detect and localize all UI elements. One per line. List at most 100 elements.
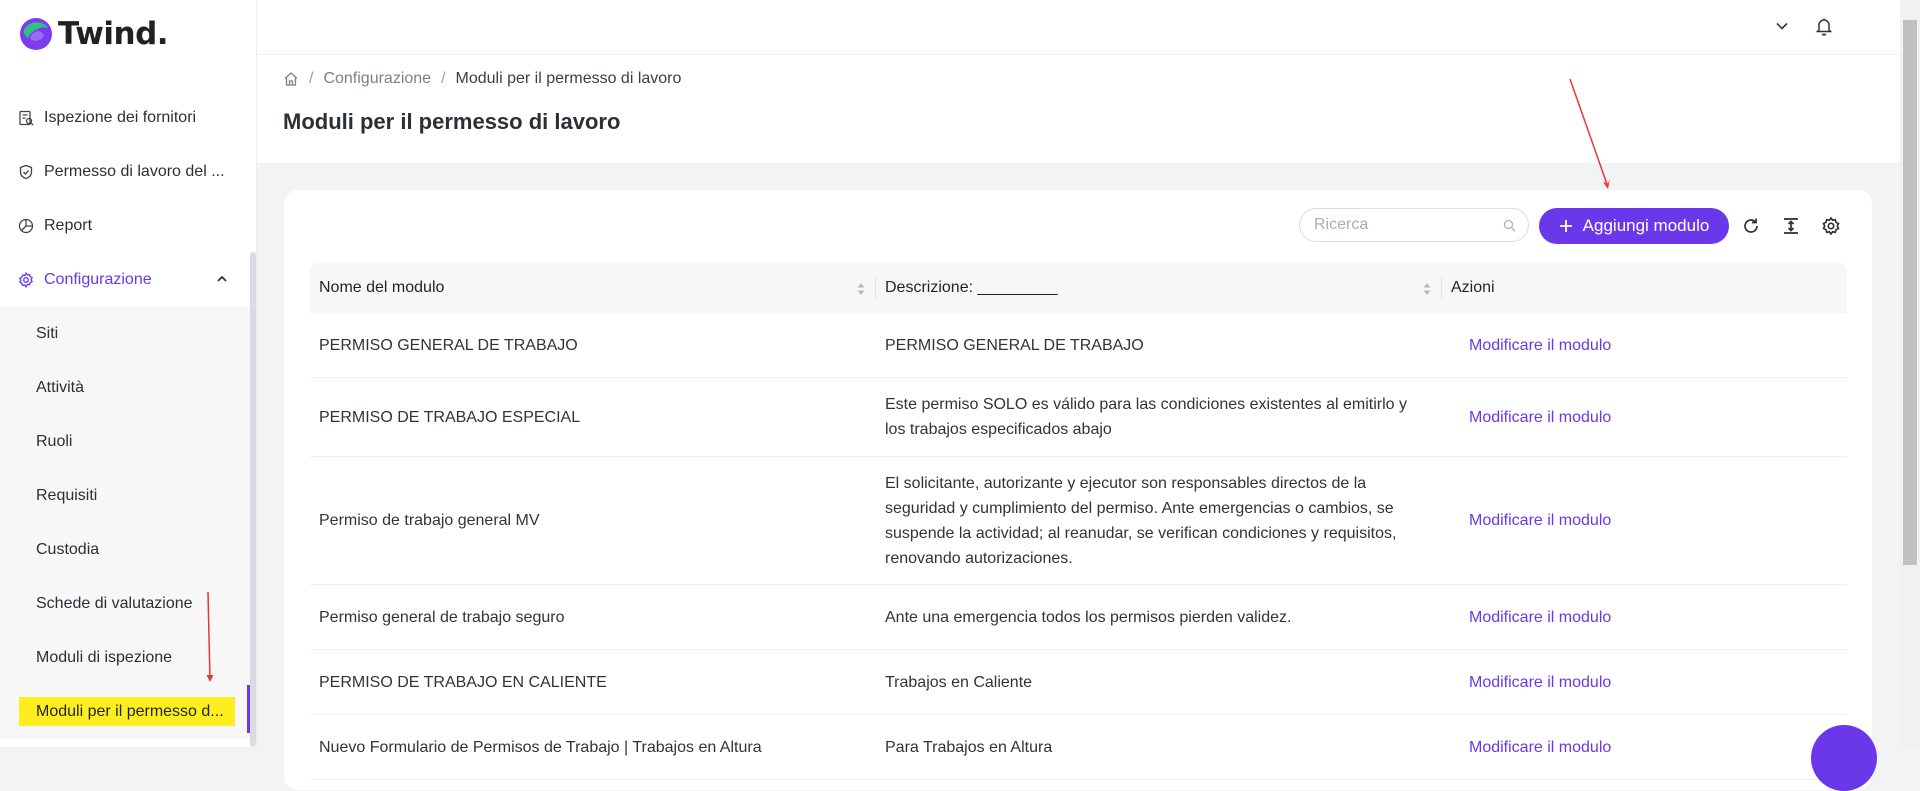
- breadcrumb: / Configurazione / Moduli per il permess…: [283, 70, 681, 88]
- inspection-icon: [19, 110, 34, 126]
- breadcrumb-configuration[interactable]: Configurazione: [323, 70, 431, 88]
- chevron-down-icon[interactable]: [1775, 19, 1789, 33]
- column-header-label: Descrizione: _________: [885, 279, 1058, 296]
- table-header: Nome del modulo Descrizione: _________ A…: [310, 263, 1847, 313]
- sidebar-item-label: Ispezione dei fornitori: [44, 109, 197, 126]
- sidebar-item-report[interactable]: Report: [0, 199, 250, 253]
- sidebar-item-configuration[interactable]: Configurazione: [0, 253, 250, 307]
- actions-cell: Modificare il modulo: [1442, 715, 1847, 779]
- sidebar-scrollbar[interactable]: [250, 252, 256, 747]
- module-description: PERMISO GENERAL DE TRABAJO: [885, 336, 1144, 354]
- edit-module-link[interactable]: Modificare il modulo: [1469, 508, 1611, 533]
- sidebar-subitem-evaluation-sheets[interactable]: Schede di valutazione: [0, 577, 250, 631]
- table-row: Permiso de trabajo general MV El solicit…: [310, 457, 1847, 585]
- sidebar-subitem-custody[interactable]: Custodia: [0, 523, 250, 577]
- gear-icon: [19, 272, 33, 288]
- sidebar-subitem-work-permit-forms[interactable]: Moduli per il permesso d...: [0, 685, 250, 739]
- sidebar-subitem-label: Requisiti: [36, 487, 98, 504]
- column-height-icon[interactable]: [1781, 216, 1801, 236]
- sidebar-subitem-label: Custodia: [36, 541, 100, 558]
- scrollbar-thumb[interactable]: [1903, 20, 1917, 565]
- module-name: Permiso de trabajo general MV: [319, 512, 540, 529]
- module-name: Permiso general de trabajo seguro: [319, 608, 565, 626]
- column-header-actions: Azioni: [1442, 263, 1847, 313]
- edit-module-link[interactable]: Modificare il modulo: [1469, 605, 1611, 630]
- sidebar-menu: Ispezione dei fornitori Permesso di lavo…: [0, 91, 250, 739]
- column-header-label: Nome del modulo: [319, 279, 445, 296]
- sort-icon[interactable]: [1422, 281, 1432, 297]
- module-name: PERMISO GENERAL DE TRABAJO: [319, 336, 578, 354]
- column-header-description[interactable]: Descrizione: _________: [876, 263, 1442, 313]
- edit-module-link[interactable]: Modificare il modulo: [1469, 405, 1611, 430]
- sidebar-subitem-label: Moduli di ispezione: [36, 649, 173, 666]
- content-card: Aggiungi modulo Nome del modulo Descrizi…: [284, 190, 1872, 790]
- twind-logo-icon: [20, 18, 52, 50]
- sidebar-subitem-inspection-forms[interactable]: Moduli di ispezione: [0, 631, 250, 685]
- table-row: PERMISO DE TRABAJO EN CALIENTE Trabajos …: [310, 650, 1847, 715]
- sidebar-subitem-label: Attività: [36, 379, 85, 396]
- sidebar-subitem-label: Siti: [36, 325, 59, 342]
- add-module-button[interactable]: Aggiungi modulo: [1539, 208, 1729, 244]
- sidebar-subitem-activities[interactable]: Attività: [0, 361, 250, 415]
- chevron-up-icon[interactable]: [216, 273, 228, 285]
- pie-chart-icon: [18, 218, 34, 234]
- module-description: Trabajos en Caliente: [885, 673, 1033, 691]
- configuration-submenu: Siti Attività Ruoli Requisiti Custodia S…: [0, 307, 250, 739]
- refresh-icon[interactable]: [1741, 216, 1761, 236]
- home-icon[interactable]: [283, 71, 299, 87]
- sidebar: Twind. Ispezione dei fornitori Permesso …: [0, 0, 257, 747]
- module-name: Nuevo Formulario de Permisos de Trabajo …: [319, 738, 762, 756]
- module-description: Ante una emergencia todos los permisos p…: [885, 608, 1292, 626]
- sidebar-subitem-roles[interactable]: Ruoli: [0, 415, 250, 469]
- page-title: Moduli per il permesso di lavoro: [283, 109, 621, 134]
- module-name: PERMISO DE TRABAJO EN CALIENTE: [319, 673, 607, 691]
- module-description: El solicitante, autorizante y ejecutor s…: [885, 474, 1397, 567]
- help-chat-button[interactable]: [1811, 725, 1877, 791]
- edit-module-link[interactable]: Modificare il modulo: [1469, 670, 1611, 695]
- add-module-label: Aggiungi modulo: [1582, 216, 1710, 235]
- actions-cell: Modificare il modulo: [1442, 650, 1847, 714]
- actions-cell: Modificare il modulo: [1442, 378, 1847, 456]
- sidebar-item-label: Configurazione: [44, 271, 152, 288]
- breadcrumb-current: Moduli per il permesso di lavoro: [455, 70, 682, 87]
- brand-name: Twind.: [58, 16, 169, 52]
- breadcrumb-separator: /: [441, 70, 446, 87]
- sidebar-subitem-label: Schede di valutazione: [36, 595, 193, 612]
- table-row: PERMISO GENERAL DE TRABAJO PERMISO GENER…: [310, 313, 1847, 378]
- sidebar-item-supplier-inspection[interactable]: Ispezione dei fornitori: [0, 91, 250, 145]
- sidebar-subitem-requirements[interactable]: Requisiti: [0, 469, 250, 523]
- module-description: Este permiso SOLO es válido para las con…: [885, 396, 1408, 438]
- column-header-name[interactable]: Nome del modulo: [310, 263, 876, 313]
- column-header-label: Azioni: [1451, 279, 1495, 296]
- sidebar-subitem-sites[interactable]: Siti: [0, 307, 250, 361]
- sidebar-item-label: Report: [44, 217, 93, 234]
- table-row: Permiso general de trabajo seguro Ante u…: [310, 585, 1847, 650]
- edit-module-link[interactable]: Modificare il modulo: [1469, 735, 1611, 760]
- breadcrumb-separator: /: [309, 70, 314, 87]
- table-row: PERMISO DE TRABAJO ESPECIAL Este permiso…: [310, 378, 1847, 457]
- bell-icon[interactable]: [1814, 16, 1834, 36]
- sidebar-item-work-permit[interactable]: Permesso di lavoro del ...: [0, 145, 250, 199]
- search-icon[interactable]: [1503, 219, 1516, 232]
- sidebar-item-label: Permesso di lavoro del ...: [44, 163, 225, 180]
- actions-cell: Modificare il modulo: [1442, 313, 1847, 377]
- search-input[interactable]: [1312, 215, 1496, 235]
- page-scrollbar[interactable]: [1900, 0, 1920, 747]
- page-header: / Configurazione / Moduli per il permess…: [257, 55, 1900, 163]
- module-name: PERMISO DE TRABAJO ESPECIAL: [319, 408, 581, 426]
- actions-cell: Modificare il modulo: [1442, 585, 1847, 649]
- search-box[interactable]: [1299, 208, 1529, 242]
- brand-logo[interactable]: Twind.: [18, 16, 169, 52]
- modules-table: Nome del modulo Descrizione: _________ A…: [310, 263, 1847, 780]
- plus-icon: [1559, 220, 1572, 232]
- edit-module-link[interactable]: Modificare il modulo: [1469, 333, 1611, 358]
- top-bar: [257, 0, 1900, 55]
- sidebar-subitem-label: Ruoli: [36, 433, 73, 450]
- settings-icon[interactable]: [1821, 216, 1841, 236]
- shield-icon: [19, 164, 33, 180]
- sidebar-subitem-label: Moduli per il permesso d...: [36, 703, 224, 720]
- module-description: Para Trabajos en Altura: [885, 738, 1053, 756]
- sort-icon[interactable]: [856, 281, 866, 297]
- table-row: Nuevo Formulario de Permisos de Trabajo …: [310, 715, 1847, 780]
- actions-cell: Modificare il modulo: [1442, 457, 1847, 584]
